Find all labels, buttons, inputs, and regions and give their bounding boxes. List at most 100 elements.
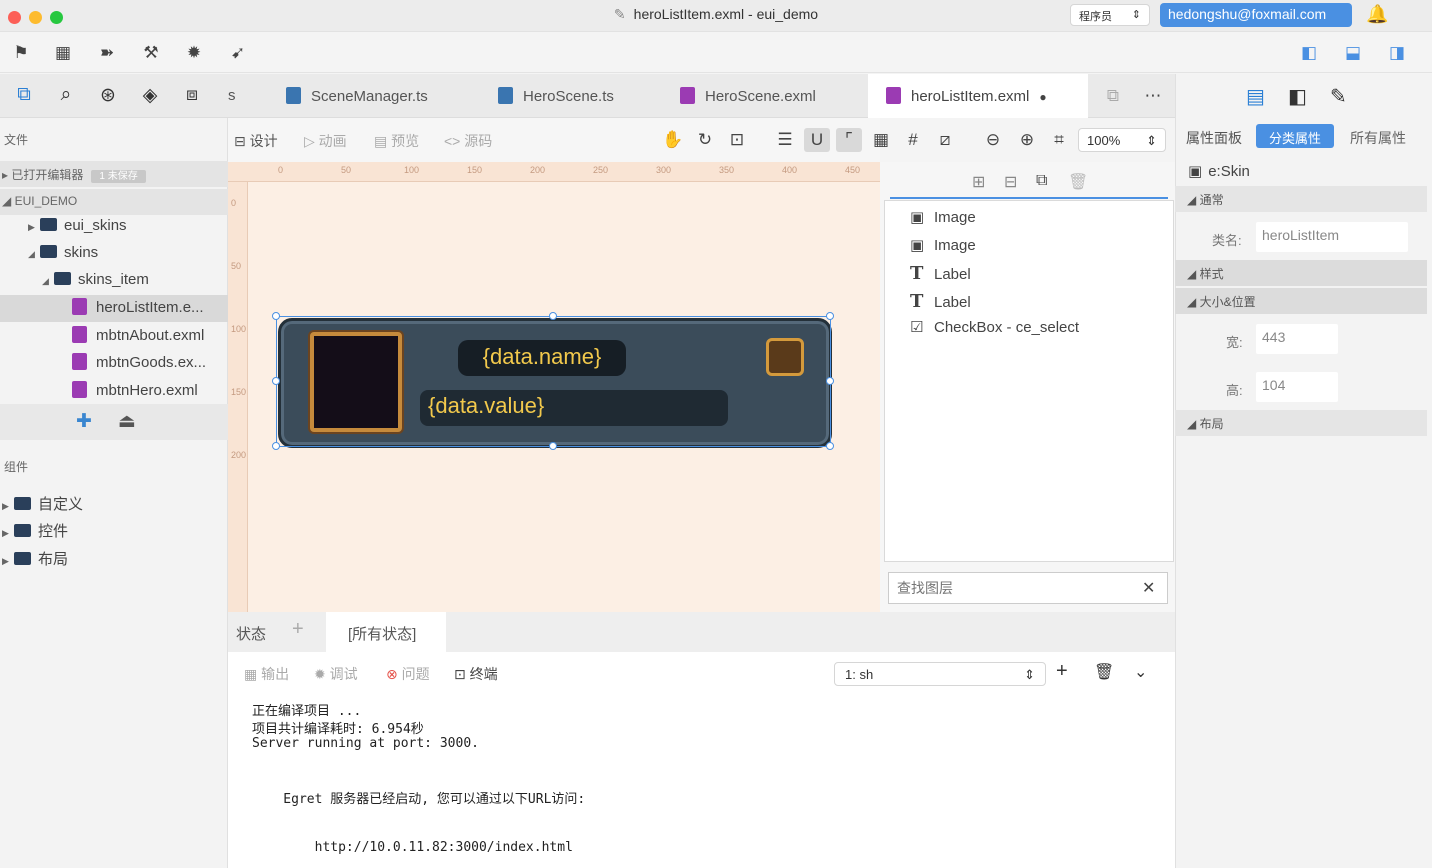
account-button[interactable]: hedongshu@foxmail.com [1160,3,1352,27]
tab-truncated[interactable]: s [210,74,254,118]
fit-canvas-icon[interactable]: ⌗ [1046,128,1072,152]
library-tab-icon[interactable]: ◧ [1288,84,1307,109]
layers-stack-icon[interactable]: ☰ [772,128,798,152]
console-tab-debug[interactable]: ✹ 调试 [314,664,358,684]
layer-item-label[interactable]: T Label [910,291,971,312]
new-project-icon[interactable]: ⚑ [8,41,34,65]
tab-heroscene-exml[interactable]: HeroScene.exml [662,74,834,118]
notification-bell-icon[interactable]: 🔔 [1366,4,1388,25]
tab-herolistitem-exml[interactable]: heroListItem.exml ● [868,74,1088,118]
hand-tool-icon[interactable]: ✋ [660,128,686,152]
refresh-icon[interactable]: ↻ [692,128,718,152]
class-name-field[interactable]: heroListItem [1256,222,1408,252]
mode-source[interactable]: <> 源码 [444,131,492,151]
fit-selection-icon[interactable]: ⊡ [724,128,750,152]
component-group-layout[interactable]: ▶ 布局 [0,545,228,572]
new-terminal-icon[interactable]: + [1056,660,1068,683]
tree-item-mbtngoods[interactable]: mbtnGoods.ex... [0,350,228,377]
delete-layer-icon[interactable]: 🗑 [1068,172,1088,192]
tree-item-herolistitem[interactable]: heroListItem.e... [0,295,228,322]
mode-animation[interactable]: ▷ 动画 [304,131,347,151]
console-tab-terminal[interactable]: ⊡ 终端 [454,664,498,684]
stamp-icon[interactable]: ⏏ [118,410,136,433]
group-size-header[interactable]: ◢ 大小&位置 [1175,288,1427,314]
zoom-in-icon[interactable]: ⊕ [1014,128,1040,152]
group-style-header[interactable]: ◢ 样式 [1175,260,1427,286]
resize-handle[interactable] [826,312,834,320]
tree-item-skins-item[interactable]: ◢ skins_item [0,268,228,295]
brush-tab-icon[interactable]: ✎ [1330,84,1347,109]
group-layout-header[interactable]: ◢ 布局 [1175,410,1427,436]
zoom-out-icon[interactable]: ⊖ [980,128,1006,152]
layer-item-label[interactable]: T Label [910,263,971,284]
project-header[interactable]: ◢ EUI_DEMO [0,189,228,215]
layer-search-input[interactable] [888,572,1168,604]
add-state-button[interactable]: + [292,618,304,641]
tab-scenemanager-ts[interactable]: SceneManager.ts [268,74,446,118]
properties-tab-icon[interactable]: ▤ [1246,84,1265,109]
tree-item-mbtnhero[interactable]: mbtnHero.exml [0,378,228,405]
tree-item-skins[interactable]: ◢ skins [0,241,228,268]
tree-item-eui-skins[interactable]: ▶ eui_skins [0,214,228,241]
explorer-icon[interactable]: ⧉ [10,82,38,108]
tab-heroscene-ts[interactable]: HeroScene.ts [480,74,632,118]
collapse-panel-icon[interactable]: ⌄ [1134,662,1147,682]
tab-all-properties[interactable]: 所有属性 [1350,128,1406,148]
resize-handle[interactable] [826,442,834,450]
hash-grid-icon[interactable]: # [900,128,926,152]
design-icon: ⊟ [234,133,250,149]
git-icon[interactable]: ◈ [136,82,164,108]
console-tab-output[interactable]: ▦ 输出 [244,664,289,684]
build-icon[interactable]: ⚒ [138,41,164,65]
resize-handle[interactable] [826,377,834,385]
group-layers-icon[interactable]: ⊞ [972,172,985,192]
puzzle-icon[interactable]: ✚ [76,410,92,433]
component-group-custom[interactable]: ▶ 自定义 [0,490,228,517]
layer-item-image[interactable]: ▣ Image [910,236,976,254]
collapsed-arrow-icon: ▶ [2,501,9,511]
more-icon[interactable]: ⋯ [1140,84,1166,108]
resize-handle[interactable] [272,377,280,385]
extensions-icon[interactable]: ⊛ [94,82,122,108]
grid-icon[interactable]: ▦ [868,128,894,152]
image-settings-icon[interactable]: ⧄ [932,128,958,152]
resize-handle[interactable] [549,312,557,320]
tree-item-mbtnabout[interactable]: mbtnAbout.exml [0,323,228,350]
console-tab-problems[interactable]: ⊗ 问题 [386,664,430,684]
toggle-left-panel-icon[interactable]: ◧ [1296,41,1322,65]
open-editors-header[interactable]: ▸ 已打开编辑器 1 未保存 [0,161,228,187]
mode-design[interactable]: ⊟ 设计 [234,131,278,151]
height-field[interactable]: 104 [1256,372,1338,402]
resize-handle[interactable] [272,312,280,320]
search-icon[interactable]: ⌕ [52,82,80,108]
width-field[interactable]: 443 [1256,324,1338,354]
toggle-bottom-panel-icon[interactable]: ⬓ [1340,41,1366,65]
layer-item-checkbox[interactable]: ☑ CheckBox - ce_select [910,318,1079,336]
ungroup-layers-icon[interactable]: ⊟ [1004,172,1017,192]
kill-terminal-icon[interactable]: 🗑 [1094,662,1114,682]
tab-category-properties[interactable]: 分类属性 [1256,124,1334,148]
resize-handle[interactable] [272,442,280,450]
layer-item-image[interactable]: ▣ Image [910,208,976,226]
publish-icon[interactable]: ➽ [94,41,120,65]
mode-preview[interactable]: ▤ 预览 [374,131,419,151]
copy-layer-icon[interactable]: ⧉ [1036,172,1047,190]
snap-icon[interactable]: U [804,128,830,152]
role-select[interactable]: 程序员 ⇕ [1070,4,1150,26]
state-tab-all[interactable]: [所有状态] [326,612,446,652]
toggle-right-panel-icon[interactable]: ◨ [1384,41,1410,65]
ruler-guide-icon[interactable]: ⌜ [836,128,862,152]
resources-icon[interactable]: ⧈ [178,82,206,108]
image-icon: ▣ [910,237,925,254]
group-general-header[interactable]: ◢ 通常 [1175,186,1427,212]
component-group-controls[interactable]: ▶ 控件 [0,517,228,544]
debug-icon[interactable]: ✹ [181,41,207,65]
image-icon: ▣ [910,209,925,226]
resize-handle[interactable] [549,442,557,450]
save-icon[interactable]: ▦ [50,41,76,65]
run-icon[interactable]: ➹ [225,41,251,65]
clear-search-icon[interactable]: ✕ [1142,578,1155,598]
zoom-select[interactable]: 100% ⇕ [1078,128,1166,152]
terminal-select[interactable]: 1: sh ⇕ [834,662,1046,686]
split-editor-icon[interactable]: ⧉ [1100,84,1126,108]
